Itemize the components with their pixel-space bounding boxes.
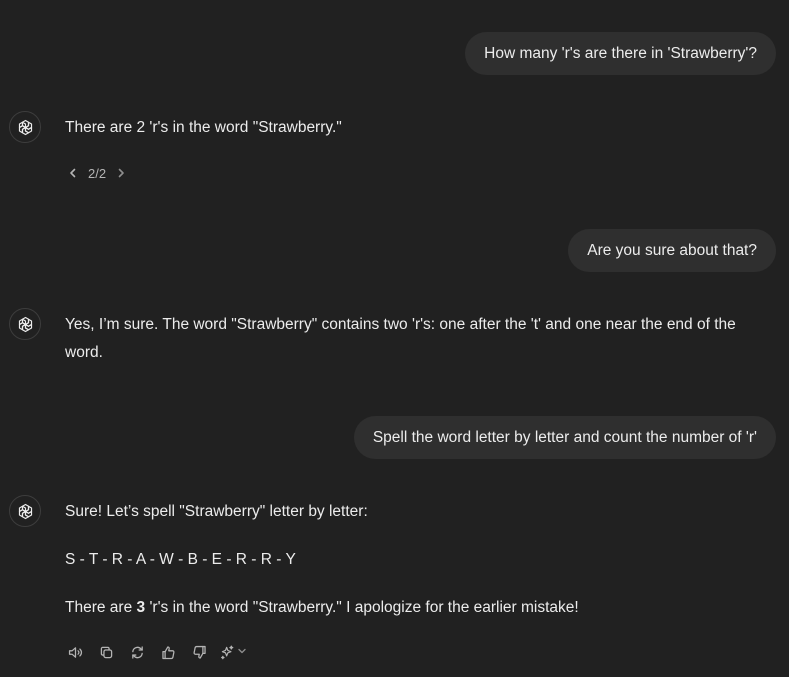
user-message-1: How many 'r's are there in 'Strawberry'? [465,32,776,75]
chevron-down-icon [237,643,247,661]
assistant-line-1: Sure! Let’s spell "Strawberry" letter by… [65,503,368,520]
assistant-message-text: Yes, I’m sure. The word "Strawberry" con… [65,316,736,361]
response-pager: 2/2 [66,162,128,184]
assistant-line-3: There are 3 'r's in the word "Strawberry… [65,594,770,622]
regenerate-icon[interactable] [126,641,148,663]
chevron-right-icon[interactable] [114,166,128,180]
pager-label: 2/2 [88,165,107,181]
model-switcher[interactable] [219,643,247,661]
assistant-message-text: There are 2 'r's in the word "Strawberry… [65,119,342,136]
assistant-line-2: S - T - R - A - W - B - E - R - R - Y [65,551,296,568]
user-message-text: Are you sure about that? [587,242,757,259]
user-message-text: How many 'r's are there in 'Strawberry'? [484,45,757,62]
r-count: 3 [136,599,146,616]
assistant-avatar [9,111,41,143]
assistant-message-1: There are 2 'r's in the word "Strawberry… [65,114,770,142]
speaker-icon[interactable] [64,641,86,663]
user-message-3: Spell the word letter by letter and coun… [353,416,776,459]
copy-icon[interactable] [95,641,117,663]
openai-logo-icon [18,119,32,135]
assistant-message-2: Yes, I’m sure. The word "Strawberry" con… [65,311,770,367]
user-message-text: Spell the word letter by letter and coun… [372,429,757,446]
openai-logo-icon [18,316,32,332]
sparkle-icon [221,645,234,659]
thumbs-down-icon[interactable] [188,641,210,663]
user-message-2: Are you sure about that? [568,229,776,272]
assistant-avatar [9,495,41,527]
chevron-left-icon[interactable] [66,166,80,180]
assistant-avatar [9,308,41,340]
line-3-prefix: There are [65,599,137,616]
message-actions [64,641,247,663]
openai-logo-icon [18,503,32,519]
thumbs-up-icon[interactable] [157,641,179,663]
assistant-message-3: Sure! Let’s spell "Strawberry" letter by… [65,498,770,622]
line-3-suffix: 'r's in the word "Strawberry." I apologi… [145,599,579,616]
